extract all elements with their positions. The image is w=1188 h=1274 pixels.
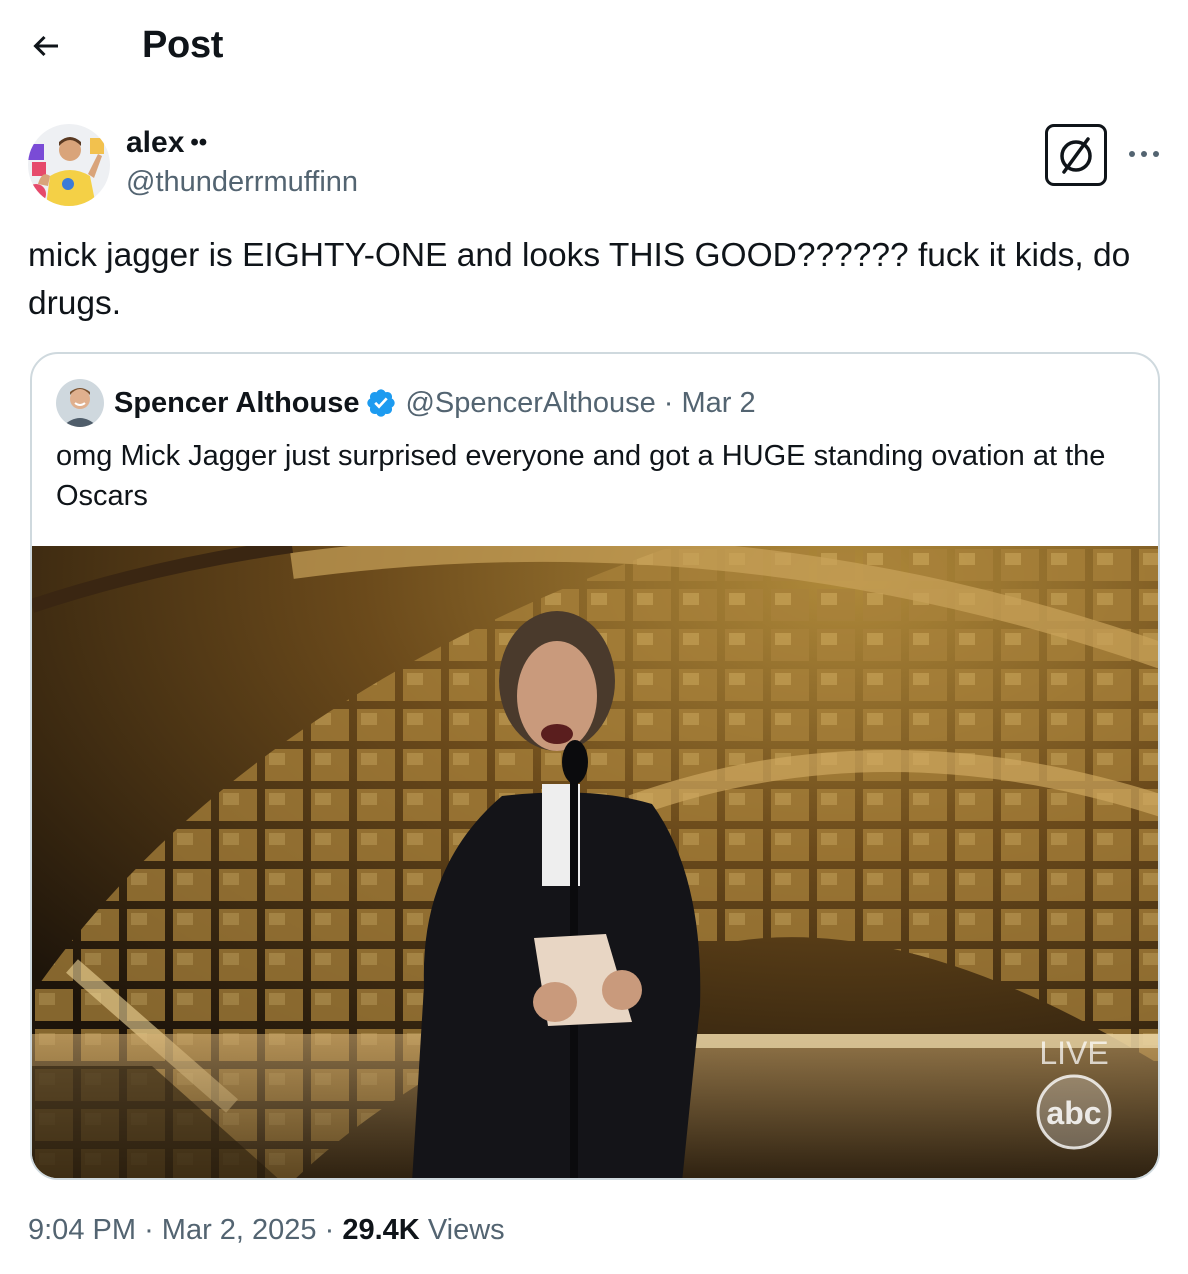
- quoted-separator: ·: [663, 386, 674, 419]
- meta-separator: ·: [324, 1214, 335, 1246]
- post-author: alex •• @thunderrmuffinn: [28, 122, 1168, 212]
- post-time[interactable]: 9:04 PM: [28, 1214, 136, 1246]
- more-options-button[interactable]: [1124, 136, 1164, 172]
- quoted-tweet-text: omg Mick Jagger just surprised everyone …: [56, 440, 1106, 512]
- meta-separator: ·: [144, 1214, 154, 1246]
- quoted-author-avatar[interactable]: [56, 379, 104, 427]
- grok-button[interactable]: [1045, 124, 1107, 186]
- quoted-author-handle[interactable]: @SpencerAlthouse: [405, 387, 655, 420]
- tweet-text: mick jagger is EIGHTY-ONE and looks THIS…: [28, 237, 1131, 322]
- grok-icon: [1060, 137, 1092, 174]
- user-avatar-icon: [56, 379, 104, 427]
- author-handle[interactable]: @thunderrmuffinn: [126, 166, 358, 199]
- author-avatar[interactable]: [28, 124, 110, 206]
- abc-logo-icon: abc: [1036, 1074, 1112, 1150]
- post-date[interactable]: Mar 2, 2025: [162, 1214, 317, 1246]
- post-meta: 9:04 PM · Mar 2, 2025 · 29.4K Views: [28, 1214, 505, 1247]
- views-label: Views: [427, 1214, 505, 1246]
- quoted-tweet[interactable]: Spencer Althouse @SpencerAlthouse · Mar …: [30, 352, 1160, 1180]
- views-count: 29.4K: [342, 1214, 420, 1246]
- arrow-left-icon: [33, 35, 58, 57]
- quoted-date[interactable]: Mar 2: [681, 387, 755, 420]
- post-header: Post: [0, 0, 1188, 96]
- quoted-tweet-video[interactable]: LIVE abc: [32, 546, 1158, 1178]
- author-display-name[interactable]: alex: [126, 126, 184, 160]
- author-name-suffix: ••: [190, 129, 208, 156]
- quoted-tweet-header: Spencer Althouse @SpencerAlthouse · Mar …: [56, 378, 756, 428]
- page-title: Post: [142, 24, 224, 66]
- verified-badge-icon: [367, 389, 396, 417]
- user-avatar-icon: [28, 124, 110, 206]
- quoted-author-display-name[interactable]: Spencer Althouse: [114, 387, 359, 420]
- back-button[interactable]: [28, 26, 72, 66]
- more-horizontal-icon: [1129, 151, 1159, 157]
- live-label: LIVE: [1039, 1035, 1108, 1071]
- video-thumbnail: LIVE abc: [32, 546, 1158, 1178]
- network-logo-text: abc: [1046, 1095, 1101, 1131]
